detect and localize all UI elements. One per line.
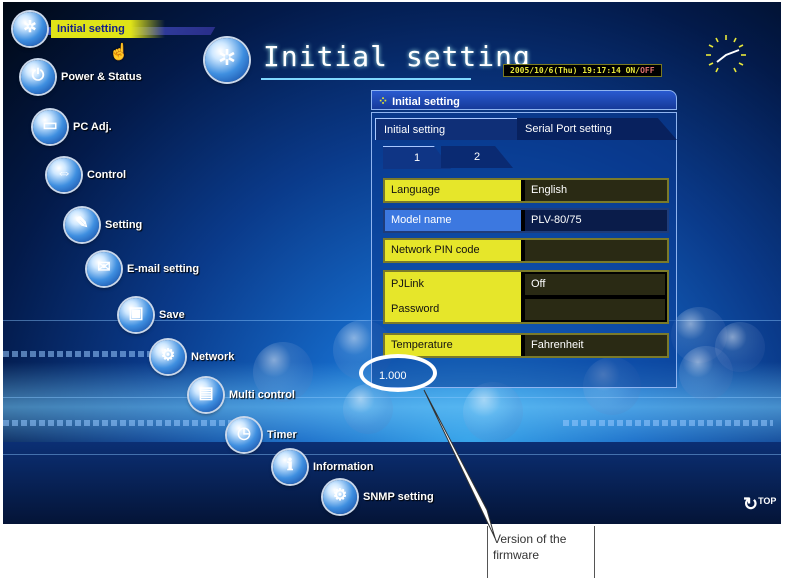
title-underline: [261, 78, 471, 80]
menu-item-multi-control[interactable]: ▤ Multi control: [189, 378, 295, 412]
menu-item-label: Network: [191, 351, 235, 363]
temperature-row[interactable]: Temperature Fahrenheit: [383, 333, 669, 358]
settings-panel: ⁘ Initial setting Initial setting Serial …: [371, 90, 681, 388]
dotted-strip: [3, 420, 233, 426]
top-label: TOP: [758, 496, 777, 506]
pjlink-group: PJLink Off Password: [383, 270, 669, 324]
menu-item-snmp-setting[interactable]: ⚙ SNMP setting: [323, 480, 434, 514]
gear-icon: ✲: [13, 12, 47, 46]
grid-dots-icon: ⁘: [378, 94, 389, 108]
menu-item-label: Multi control: [229, 389, 295, 401]
menu-item-timer[interactable]: ◷ Timer: [227, 418, 297, 452]
menu-item-email-setting[interactable]: ✉ E-mail setting: [87, 252, 199, 286]
power-on-label: ON/: [625, 66, 641, 75]
temperature-value[interactable]: Fahrenheit: [525, 335, 667, 356]
datetime-text: 2005/10/6(Thu) 19:17:14: [510, 66, 621, 75]
menu-item-label: Information: [313, 461, 374, 473]
menu-item-control[interactable]: ⇔ Control: [47, 158, 126, 192]
clock-icon: [706, 35, 746, 73]
menu-item-label: Power & Status: [61, 71, 142, 83]
model-name-value: PLV-80/75: [525, 210, 667, 231]
row-label: Language: [385, 180, 521, 201]
menu-item-initial-setting[interactable]: ✲ Initial setting: [13, 12, 165, 46]
network-pin-code-row[interactable]: Network PIN code: [383, 238, 669, 263]
pjlink-value[interactable]: Off: [525, 274, 665, 295]
return-arrow-icon: ↻: [743, 494, 759, 514]
menu-item-label: Control: [87, 169, 127, 181]
page-title: Initial setting: [263, 40, 531, 73]
grid-line: [3, 454, 781, 455]
callout-ellipse: [359, 354, 437, 392]
arrows-icon: ⇔: [47, 158, 81, 192]
row-label: Model name: [385, 210, 521, 231]
network-pin-code-field[interactable]: [525, 240, 667, 261]
menu-item-label: Save: [159, 309, 185, 321]
decorative-bubble: [679, 346, 733, 400]
menu-item-information[interactable]: ℹ Information: [273, 450, 374, 484]
row-label: PJLink: [385, 272, 521, 297]
model-name-row: Model name PLV-80/75: [383, 208, 669, 233]
hand-cursor-icon: ☝: [109, 44, 129, 61]
envelope-icon: ✉: [87, 252, 121, 286]
menu-item-label: SNMP setting: [363, 491, 434, 503]
dotted-strip: [3, 351, 153, 357]
row-label: Network PIN code: [385, 240, 521, 261]
menu-item-label: E-mail setting: [127, 263, 200, 275]
monitor-icon: ▭: [33, 110, 67, 144]
datetime-display: 2005/10/6(Thu) 19:17:14 ON/OFF: [503, 64, 662, 77]
clock-icon: ◷: [227, 418, 261, 452]
web-control-screen: ✲ Initial setting ☝ ⏻ Power & Status ▭ P…: [3, 2, 781, 524]
snmp-icon: ⚙: [323, 480, 357, 514]
network-icon: ⚙: [151, 340, 185, 374]
menu-item-save[interactable]: ▣ Save: [119, 298, 185, 332]
decorative-bubble: [343, 384, 393, 434]
wrench-icon: ✎: [65, 208, 99, 242]
gear-icon: ✲: [205, 38, 249, 82]
tab-serial-port-setting[interactable]: Serial Port setting: [517, 118, 677, 140]
row-label: Temperature: [385, 335, 521, 356]
power-icon: ⏻: [21, 60, 55, 94]
language-value[interactable]: English: [525, 180, 667, 201]
row-label: Password: [385, 297, 521, 322]
menu-item-label: Initial setting: [51, 20, 165, 38]
menu-item-setting[interactable]: ✎ Setting: [65, 208, 142, 242]
password-field[interactable]: [525, 299, 665, 320]
panel-title: Initial setting: [392, 96, 460, 108]
info-icon: ℹ: [273, 450, 307, 484]
disk-icon: ▣: [119, 298, 153, 332]
panel-header: ⁘ Initial setting: [371, 90, 677, 110]
menu-item-pc-adj[interactable]: ▭ PC Adj.: [33, 110, 112, 144]
dotted-strip: [563, 420, 773, 426]
power-off-label: OFF: [640, 66, 655, 75]
language-row[interactable]: Language English: [383, 178, 669, 203]
menu-item-network[interactable]: ⚙ Network: [151, 340, 234, 374]
grid-line: [3, 397, 781, 398]
menu-item-power-status[interactable]: ⏻ Power & Status: [21, 60, 142, 94]
callout-text: Version of the firmware: [493, 532, 567, 562]
top-button[interactable]: ↻ TOP: [743, 494, 777, 514]
projector-icon: ▤: [189, 378, 223, 412]
menu-item-label: Setting: [105, 219, 143, 231]
menu-item-label: Timer: [267, 429, 297, 441]
tab-initial-setting[interactable]: Initial setting: [375, 118, 517, 140]
menu-item-label: PC Adj.: [73, 121, 112, 133]
decorative-bubble: [463, 382, 523, 442]
